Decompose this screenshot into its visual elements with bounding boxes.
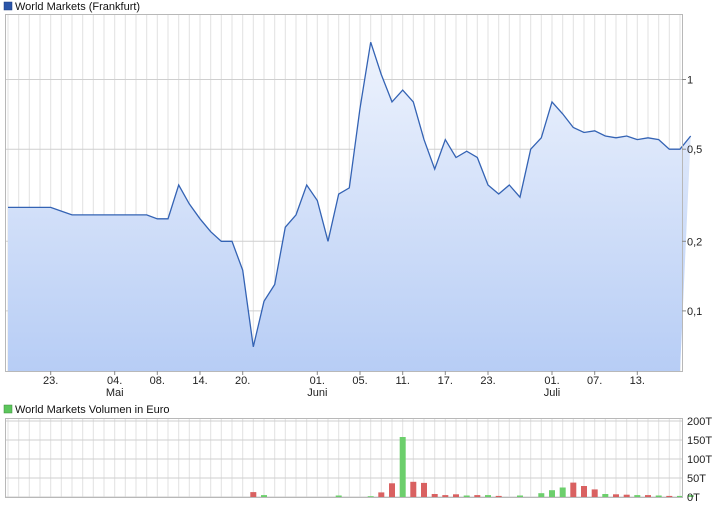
volume-bar <box>463 495 470 497</box>
price-legend-label: World Markets (Frankfurt) <box>15 1 140 13</box>
price-x-tick-label: 11. <box>395 375 409 387</box>
volume-bar <box>485 495 491 497</box>
volume-y-tick-label: 0T <box>687 492 700 504</box>
price-panel: World Markets (Frankfurt) 0,1 0,2 0,5 1 23.… <box>3 1 702 399</box>
volume-bar <box>495 495 502 497</box>
price-x-tick-label: 23. <box>43 375 58 387</box>
volume-bar <box>431 494 438 497</box>
volume-bar <box>634 495 641 497</box>
price-x-month-label: Juli <box>544 387 561 399</box>
price-y-tick-label: 0,1 <box>687 306 702 318</box>
volume-bar <box>666 495 673 497</box>
volume-bar <box>538 493 545 497</box>
volume-bar <box>335 495 342 497</box>
price-x-month-label: Juni <box>307 387 327 399</box>
volume-plot-frame <box>5 418 683 498</box>
volume-bar <box>378 492 385 497</box>
volume-y-tick-label: 100T <box>687 454 712 466</box>
price-x-axis: 23. 04.Mai08. 14. 20. 01.Juni05. 11. 17. 23. 01.… <box>43 371 645 399</box>
volume-bar <box>389 483 395 497</box>
volume-bar <box>623 494 630 497</box>
price-x-tick-label: 01. <box>310 375 325 387</box>
volume-y-axis: 0T 50T 100T 150T 200T <box>687 416 712 504</box>
stock-chart: World Markets (Frankfurt) 0,1 0,2 0,5 1 23.… <box>3 1 712 504</box>
price-x-tick-label: 07. <box>587 375 602 387</box>
price-y-tick-label: 0,5 <box>687 144 702 156</box>
price-x-tick-label: 20. <box>235 375 250 387</box>
volume-y-tick-label: 50T <box>687 473 706 485</box>
price-x-tick-label: 14. <box>192 375 207 387</box>
volume-bar <box>261 495 267 497</box>
volume-bar <box>655 495 662 497</box>
volume-bar <box>591 489 598 497</box>
volume-y-tick-label: 150T <box>687 435 712 447</box>
volume-panel: World Markets Volumen in Euro 0T 50T 100T 1… <box>3 404 712 504</box>
price-x-tick-label: 05. <box>352 375 367 387</box>
volume-bar <box>410 481 417 497</box>
price-x-tick-label: 01. <box>544 375 559 387</box>
volume-bar <box>570 482 577 497</box>
price-y-tick-label: 1 <box>687 75 693 87</box>
volume-bar <box>399 437 406 497</box>
price-x-tick-label: 13. <box>630 375 645 387</box>
volume-bar <box>645 495 651 497</box>
volume-bar <box>421 482 427 497</box>
volume-bar <box>517 495 523 497</box>
volume-legend-swatch <box>3 404 13 414</box>
price-x-tick-label: 17. <box>438 375 453 387</box>
volume-bar <box>442 495 449 497</box>
volume-bar <box>559 487 566 497</box>
volume-bar <box>474 495 481 497</box>
price-x-tick-label: 23. <box>480 375 495 387</box>
volume-bar <box>250 492 257 497</box>
volume-bar <box>613 494 619 497</box>
price-x-tick-label: 08. <box>150 375 165 387</box>
price-x-tick-label: 04. <box>107 375 122 387</box>
volume-legend-label: World Markets Volumen in Euro <box>15 404 169 416</box>
volume-y-tick-label: 200T <box>687 416 712 428</box>
volume-bar <box>602 494 609 497</box>
volume-bar <box>549 490 555 497</box>
volume-grid <box>6 419 682 498</box>
price-legend-swatch <box>3 1 13 11</box>
volume-bar <box>453 494 459 497</box>
price-y-tick-label: 0,2 <box>687 236 702 248</box>
volume-bar <box>581 486 587 497</box>
price-x-month-label: Mai <box>106 387 124 399</box>
